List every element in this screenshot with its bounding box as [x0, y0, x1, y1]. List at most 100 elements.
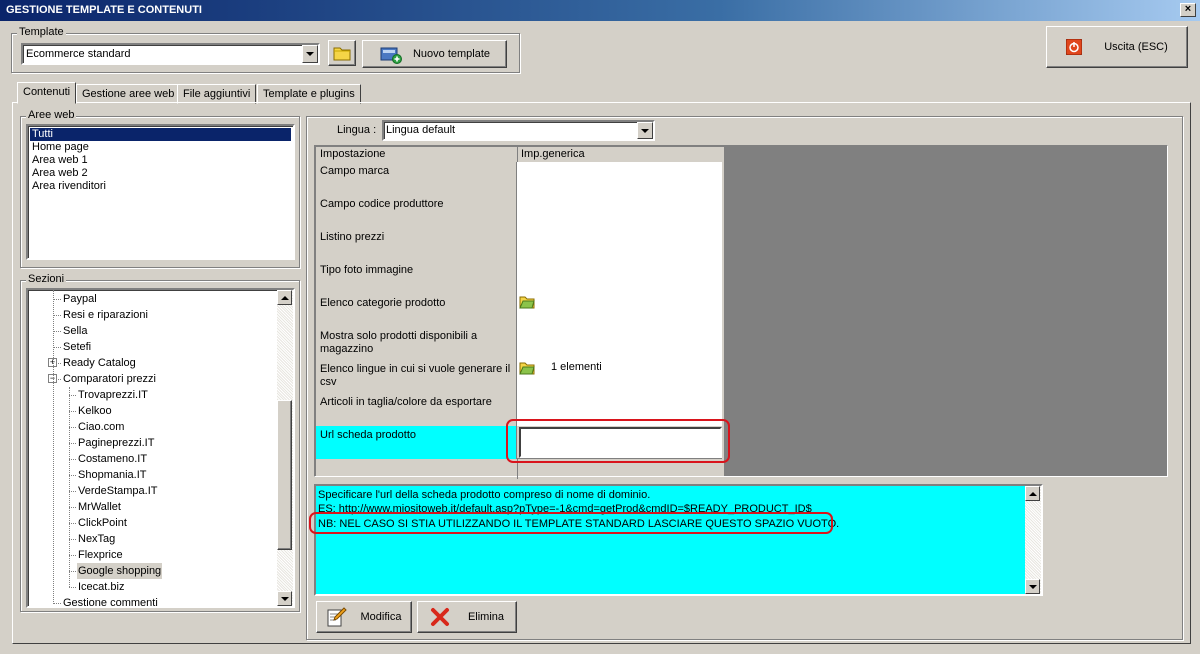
grid-header-divider: [517, 147, 518, 162]
tree-connector: [53, 347, 61, 348]
tree-item[interactable]: Ciao.com: [77, 419, 125, 435]
grid-header-impostazione: Impostazione: [320, 148, 386, 160]
exit-button[interactable]: Uscita (ESC): [1046, 26, 1188, 68]
grid-cell-value[interactable]: 1 elementi: [517, 360, 722, 393]
tree-connector: [69, 395, 76, 396]
open-template-button[interactable]: [328, 40, 356, 66]
scroll-thumb[interactable]: [277, 400, 292, 550]
template-select[interactable]: Ecommerce standard: [21, 43, 320, 65]
area-item-area-web-2[interactable]: Area web 2: [30, 167, 291, 180]
window-titlebar: GESTIONE TEMPLATE E CONTENUTI: [0, 0, 1200, 21]
description-scrollbar[interactable]: [1025, 486, 1041, 594]
tree-item[interactable]: Flexprice: [77, 547, 124, 563]
tree-item[interactable]: Setefi: [62, 339, 92, 355]
tree-connector: [53, 315, 61, 316]
area-item-tutti[interactable]: Tutti: [30, 128, 291, 141]
template-select-arrow[interactable]: [302, 45, 318, 63]
description-scroll-down[interactable]: [1025, 579, 1040, 594]
grid-cell-value[interactable]: [517, 294, 722, 327]
scroll-down-button[interactable]: [277, 591, 292, 606]
delete-icon: [430, 608, 449, 626]
tree-connector: [69, 539, 76, 540]
tree-connector: [53, 299, 61, 300]
tree-connector: [69, 475, 76, 476]
grid-row[interactable]: Campo marca: [316, 162, 722, 195]
description-scroll-up[interactable]: [1025, 486, 1040, 501]
tree-item[interactable]: VerdeStampa.IT: [77, 483, 159, 499]
new-template-icon: [380, 47, 402, 64]
tree-connector: [69, 443, 76, 444]
tree-item[interactable]: Gestione commenti: [62, 595, 159, 606]
tree-item[interactable]: Google shopping: [77, 563, 163, 579]
tree-item[interactable]: MrWallet: [77, 499, 122, 515]
grid-cell-label: Campo marca: [316, 162, 517, 195]
grid-row[interactable]: Tipo foto immagine: [316, 261, 722, 294]
grid-cell-label: Articoli in taglia/colore da esportare: [316, 393, 517, 426]
aree-web-list[interactable]: Tutti Home page Area web 1 Area web 2 Ar…: [26, 124, 295, 260]
chevron-up-icon: [1028, 491, 1037, 496]
modify-button[interactable]: Modifica: [316, 601, 412, 633]
area-item-home-page[interactable]: Home page: [30, 141, 291, 154]
modify-label: Modifica: [360, 611, 402, 623]
grid-cell-label: Elenco lingue in cui si vuole generare i…: [316, 360, 517, 393]
tab-contenuti[interactable]: Contenuti: [17, 82, 77, 104]
sezioni-scrollbar[interactable]: [277, 290, 293, 606]
edit-icon: [327, 607, 347, 627]
grid-header: Impostazione Imp.generica: [316, 147, 724, 162]
lingua-select[interactable]: Lingua default: [382, 120, 655, 141]
grid-row[interactable]: Elenco lingue in cui si vuole generare i…: [316, 360, 722, 393]
area-item-area-web-1[interactable]: Area web 1: [30, 154, 291, 167]
annotation-ring-url-field: [506, 419, 730, 463]
grid-cell-value[interactable]: [517, 228, 722, 261]
folder-icon[interactable]: [519, 361, 535, 375]
scroll-up-button[interactable]: [277, 290, 292, 305]
grid-cell-text: 1 elementi: [551, 361, 602, 373]
grid-cell-value[interactable]: [517, 327, 722, 360]
tab-file-aggiuntivi[interactable]: File aggiuntivi: [177, 84, 257, 104]
tree-item[interactable]: ClickPoint: [77, 515, 128, 531]
grid-row[interactable]: Campo codice produttore: [316, 195, 722, 228]
tree-item[interactable]: Comparatori prezzi: [62, 371, 157, 387]
tab-file-aggiuntivi-label: File aggiuntivi: [183, 88, 251, 100]
grid-cell-value[interactable]: [517, 162, 722, 195]
tree-item[interactable]: Ready Catalog: [62, 355, 137, 371]
tab-template-e-plugins[interactable]: Template e plugins: [257, 84, 361, 104]
tree-item[interactable]: Resi e riparazioni: [62, 307, 149, 323]
tree-connector: [53, 603, 61, 604]
area-item-area-rivenditori[interactable]: Area rivenditori: [30, 180, 291, 193]
tree-connector: [69, 571, 76, 572]
power-icon: [1066, 39, 1083, 55]
tree-connector: [69, 427, 76, 428]
close-button[interactable]: ×: [1180, 3, 1196, 17]
tab-gestione-aree-web-label: Gestione aree web: [82, 88, 175, 100]
new-template-button[interactable]: Nuovo template: [362, 40, 507, 68]
sezioni-tree[interactable]: Paypal Resi e riparazioni Sella Setefi Ready…: [26, 288, 295, 608]
tree-item[interactable]: Costameno.IT: [77, 451, 148, 467]
tree-connector: [69, 459, 76, 460]
lingua-select-value: Lingua default: [386, 124, 456, 136]
lingua-select-arrow[interactable]: [637, 122, 653, 139]
tree-connector: [69, 411, 76, 412]
tree-item[interactable]: Shopmania.IT: [77, 467, 147, 483]
delete-label: Elimina: [467, 611, 505, 623]
tree-item[interactable]: Sella: [62, 323, 88, 339]
grid-cell-value[interactable]: [517, 261, 722, 294]
tree-item[interactable]: Paypal: [62, 291, 98, 307]
tree-item[interactable]: Pagineprezzi.IT: [77, 435, 155, 451]
tree-item[interactable]: Kelkoo: [77, 403, 113, 419]
chevron-down-icon: [641, 128, 649, 133]
folder-icon[interactable]: [519, 295, 535, 309]
grid-row[interactable]: Listino prezzi: [316, 228, 722, 261]
tree-line: [69, 387, 70, 587]
grid-row[interactable]: Elenco categorie prodotto: [316, 294, 722, 327]
tree-connector: [69, 507, 76, 508]
template-select-value: Ecommerce standard: [26, 48, 131, 60]
tree-connector: [69, 523, 76, 524]
grid-row[interactable]: Mostra solo prodotti disponibili a magaz…: [316, 327, 722, 360]
tab-gestione-aree-web[interactable]: Gestione aree web: [76, 84, 181, 104]
tree-item[interactable]: NexTag: [77, 531, 116, 547]
grid-cell-value[interactable]: [517, 195, 722, 228]
tree-item[interactable]: Icecat.biz: [77, 579, 125, 595]
delete-button[interactable]: Elimina: [417, 601, 517, 633]
tree-item[interactable]: Trovaprezzi.IT: [77, 387, 149, 403]
